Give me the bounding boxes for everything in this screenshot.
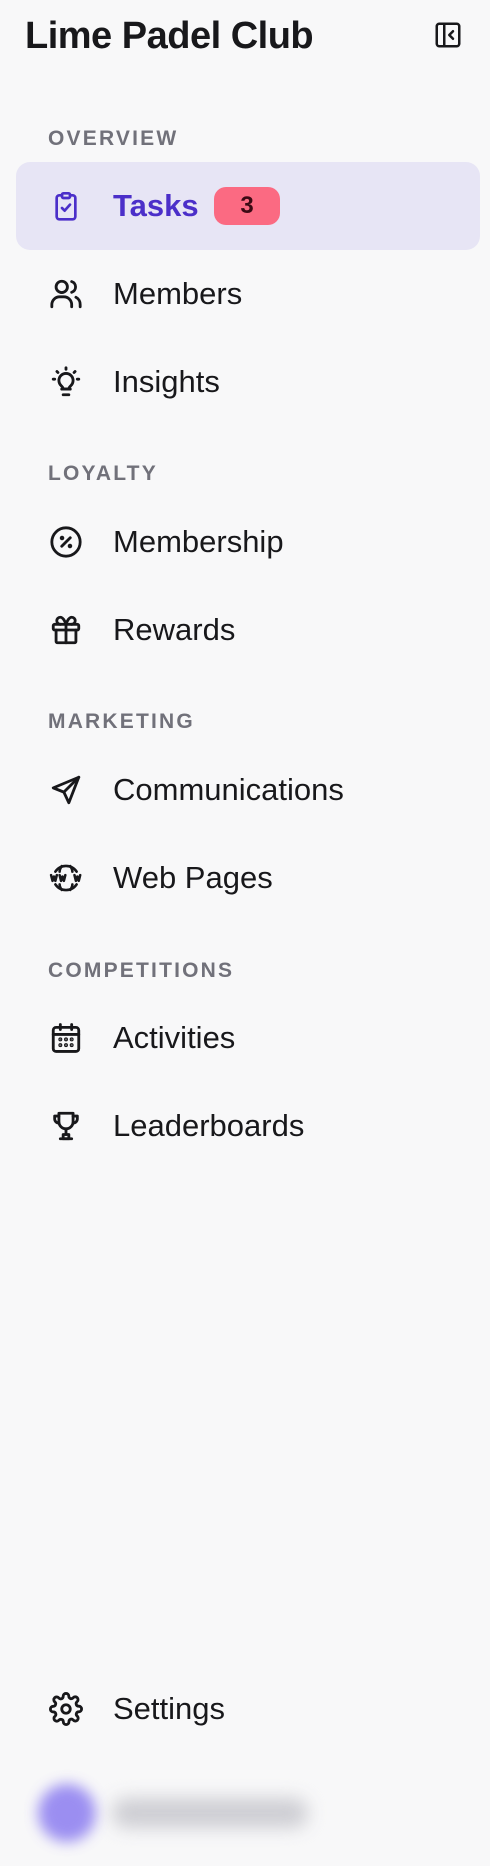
- nav-label-leaderboards: Leaderboards: [113, 1108, 305, 1143]
- users-icon: [48, 276, 84, 312]
- nav-item-members[interactable]: Members: [16, 250, 480, 338]
- gear-icon: [48, 1691, 84, 1727]
- sidebar-header: Lime Padel Club: [0, 0, 490, 72]
- nav-label-settings: Settings: [113, 1691, 226, 1726]
- nav-label-tasks: Tasks: [113, 188, 199, 223]
- user-name-blurred: [112, 1798, 308, 1828]
- section-label-marketing: MARKETING: [48, 710, 195, 733]
- collapse-sidebar-button[interactable]: [431, 18, 465, 52]
- nav-item-web-pages[interactable]: Web Pages: [16, 834, 480, 922]
- nav-item-settings[interactable]: Settings: [16, 1665, 480, 1753]
- nav-item-activities[interactable]: Activities: [16, 994, 480, 1082]
- nav-item-rewards[interactable]: Rewards: [16, 586, 480, 674]
- nav-label-rewards: Rewards: [113, 612, 236, 647]
- avatar: [38, 1784, 96, 1842]
- clipboard-check-icon: [48, 188, 84, 224]
- calendar-icon: [48, 1020, 84, 1056]
- nav-label-communications: Communications: [113, 772, 344, 807]
- nav-label-activities: Activities: [113, 1020, 236, 1055]
- nav-item-insights[interactable]: Insights: [16, 338, 480, 426]
- sidebar: Lime Padel Club OVERVIEW Tasks 3 Members…: [0, 0, 490, 1866]
- nav-label-insights: Insights: [113, 364, 220, 399]
- nav-item-tasks[interactable]: Tasks 3: [16, 162, 480, 250]
- send-icon: [48, 772, 84, 808]
- tasks-count-badge: 3: [214, 187, 280, 225]
- nav-item-membership[interactable]: Membership: [16, 498, 480, 586]
- globe-www-icon: [48, 860, 84, 896]
- user-profile-menu[interactable]: [0, 1760, 490, 1850]
- nav-item-leaderboards[interactable]: Leaderboards: [16, 1082, 480, 1170]
- trophy-icon: [48, 1108, 84, 1144]
- app-title: Lime Padel Club: [25, 15, 314, 57]
- lightbulb-icon: [48, 364, 84, 400]
- sidebar-collapse-icon: [433, 20, 463, 50]
- section-label-overview: OVERVIEW: [48, 127, 179, 150]
- nav-label-web-pages: Web Pages: [113, 860, 273, 895]
- gift-icon: [48, 612, 84, 648]
- nav-label-members: Members: [113, 276, 243, 311]
- section-label-loyalty: LOYALTY: [48, 462, 158, 485]
- nav-label-membership: Membership: [113, 524, 284, 559]
- percent-circle-icon: [48, 524, 84, 560]
- section-label-competitions: COMPETITIONS: [48, 959, 235, 982]
- nav-item-communications[interactable]: Communications: [16, 746, 480, 834]
